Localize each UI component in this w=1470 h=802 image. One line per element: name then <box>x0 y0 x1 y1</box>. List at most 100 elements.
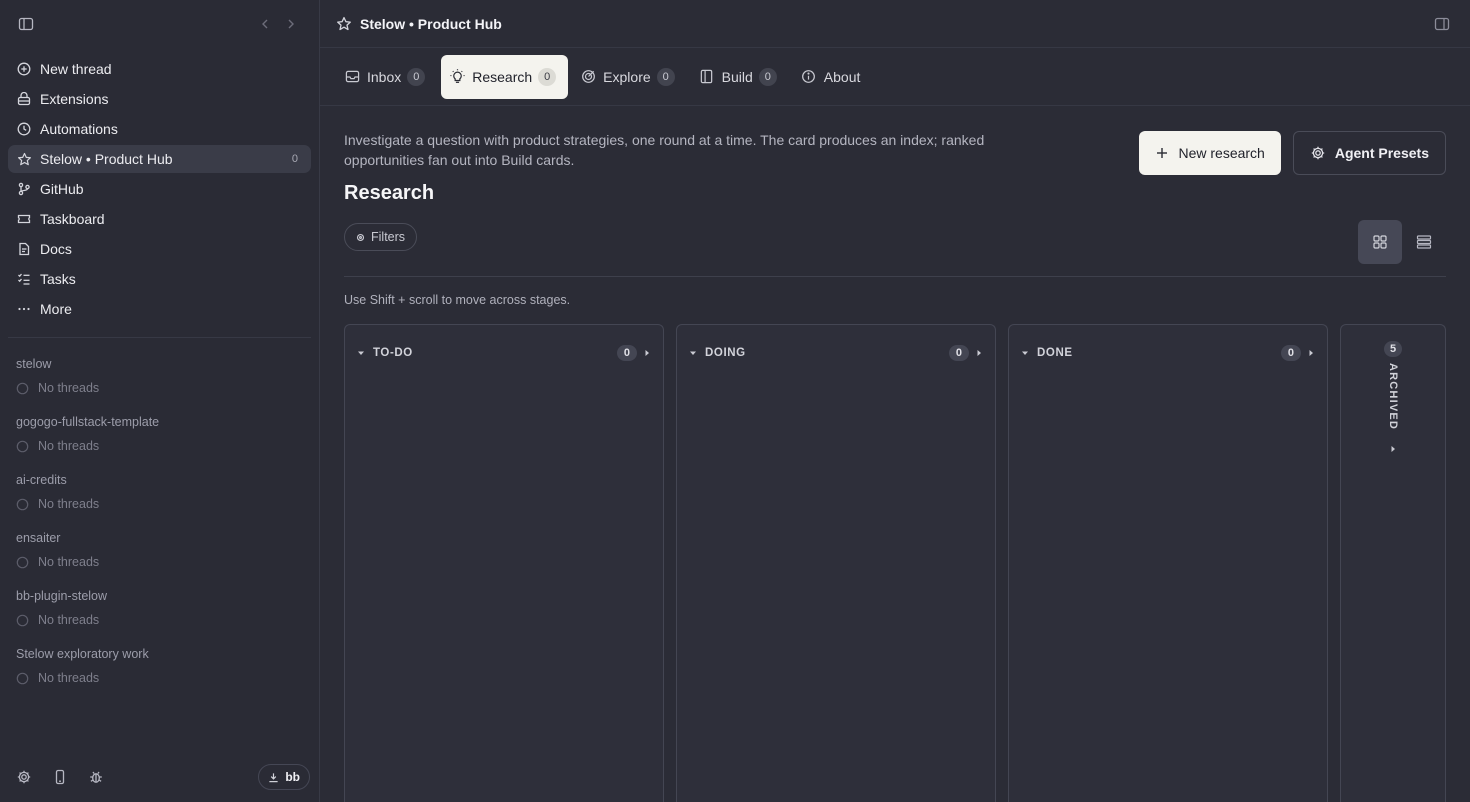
filters-button[interactable]: Filters <box>344 223 418 251</box>
tab-label: Explore <box>603 68 651 85</box>
agent-presets-button[interactable]: Agent Presets <box>1292 131 1446 175</box>
project-group: stelow No threads <box>0 354 319 400</box>
extensions-icon <box>16 91 32 107</box>
new-research-button[interactable]: New research <box>1139 131 1281 175</box>
star-icon[interactable] <box>336 16 352 32</box>
sidebar: New thread Extensions Automations Stelow… <box>0 0 320 802</box>
back-arrow-icon[interactable] <box>259 18 271 30</box>
sidebar-toggle-icon[interactable] <box>16 14 36 34</box>
column-count: 0 <box>616 345 637 361</box>
main-panel: Stelow • Product Hub Inbox 0 Research 0 … <box>320 0 1470 802</box>
column-done: DONE 0 <box>1008 324 1328 802</box>
sidebar-item-automations[interactable]: Automations <box>8 115 311 143</box>
bug-icon[interactable] <box>88 769 104 785</box>
new-research-label: New research <box>1178 145 1265 161</box>
new-thread-icon <box>16 61 32 77</box>
sidebar-item-label: Extensions <box>40 91 109 107</box>
lightbulb-icon <box>449 69 465 85</box>
no-threads-row: No threads <box>16 666 303 690</box>
page-description: Investigate a question with product stra… <box>344 132 985 168</box>
tab-research[interactable]: Research 0 <box>441 54 569 99</box>
doc-icon <box>16 241 32 257</box>
filters-row: Filters <box>344 220 1446 267</box>
sidebar-item-more[interactable]: More <box>8 295 311 323</box>
user-label: bb <box>285 770 300 784</box>
page-title: Research <box>344 182 435 204</box>
tab-count-badge: 0 <box>407 67 426 86</box>
collapse-caret-icon[interactable] <box>689 349 699 357</box>
project-title[interactable]: gogogo-fullstack-template <box>16 412 303 432</box>
project-title[interactable]: ai-credits <box>16 470 303 490</box>
collapse-caret-icon[interactable] <box>1021 349 1031 357</box>
divider <box>344 276 1446 277</box>
filters-label: Filters <box>371 230 406 244</box>
expand-arrow-icon[interactable] <box>1307 349 1315 357</box>
column-todo: TO-DO 0 <box>344 324 664 802</box>
empty-thread-icon <box>16 382 29 395</box>
mobile-icon[interactable] <box>52 769 68 785</box>
column-header[interactable]: TO-DO 0 <box>345 325 663 381</box>
project-group: Stelow exploratory work No threads <box>0 644 319 690</box>
tab-count-badge: 0 <box>538 67 557 86</box>
sidebar-item-docs[interactable]: Docs <box>8 235 311 263</box>
expand-arrow-icon[interactable] <box>643 349 651 357</box>
user-button[interactable]: bb <box>258 764 310 790</box>
more-icon <box>16 301 32 317</box>
empty-thread-icon <box>16 498 29 511</box>
column-header[interactable]: DOING 0 <box>677 325 995 381</box>
list-view-button[interactable] <box>1402 220 1446 264</box>
column-label: DONE <box>1037 347 1073 359</box>
tab-inbox[interactable]: Inbox 0 <box>336 55 437 99</box>
tab-build[interactable]: Build 0 <box>691 55 789 99</box>
grid-view-button[interactable] <box>1358 220 1402 264</box>
tab-explore[interactable]: Explore 0 <box>572 55 686 99</box>
sidebar-item-taskboard[interactable]: Taskboard <box>8 205 311 233</box>
grid-icon <box>1372 234 1388 250</box>
settings-icon[interactable] <box>16 769 32 785</box>
sidebar-item-product-hub[interactable]: Stelow • Product Hub 0 <box>8 145 311 173</box>
sidebar-item-tasks[interactable]: Tasks <box>8 265 311 293</box>
collapse-caret-icon[interactable] <box>357 349 367 357</box>
sidebar-item-label: Automations <box>40 121 118 137</box>
page-header: Stelow • Product Hub <box>320 0 1470 48</box>
no-threads-row: No threads <box>16 492 303 516</box>
info-icon <box>801 69 817 85</box>
list-icon <box>1416 234 1432 250</box>
expand-arrow-icon[interactable] <box>1389 440 1397 458</box>
sidebar-item-github[interactable]: GitHub <box>8 175 311 203</box>
no-threads-row: No threads <box>16 608 303 632</box>
header-title: Stelow • Product Hub <box>360 15 502 32</box>
tab-label: Inbox <box>367 68 402 85</box>
no-threads-label: No threads <box>38 671 100 685</box>
kanban-board: TO-DO 0 DOING 0 DONE 0 5 ARCHIVED <box>344 324 1446 802</box>
right-panel-toggle-icon[interactable] <box>1434 16 1450 32</box>
column-archived[interactable]: 5 ARCHIVED <box>1340 324 1446 802</box>
star-icon <box>16 151 32 167</box>
scroll-hint: Use Shift + scroll to move across stages… <box>344 293 571 307</box>
project-title[interactable]: bb-plugin-stelow <box>16 586 303 606</box>
archived-label: ARCHIVED <box>1387 363 1399 431</box>
sidebar-footer: bb <box>0 764 319 790</box>
sidebar-item-new-thread[interactable]: New thread <box>8 55 311 83</box>
no-threads-label: No threads <box>38 439 100 453</box>
empty-thread-icon <box>16 672 29 685</box>
sidebar-divider <box>8 337 311 338</box>
forward-arrow-icon[interactable] <box>285 18 297 30</box>
tab-about[interactable]: About <box>793 55 873 99</box>
project-title[interactable]: Stelow exploratory work <box>16 644 303 664</box>
expand-arrow-icon[interactable] <box>975 349 983 357</box>
research-content: Investigate a question with product stra… <box>320 106 1470 802</box>
project-title[interactable]: stelow <box>16 354 303 374</box>
project-groups: stelow No threads gogogo-fullstack-templ… <box>0 354 319 690</box>
project-title[interactable]: ensaiter <box>16 528 303 548</box>
project-group: gogogo-fullstack-template No threads <box>0 412 319 458</box>
sidebar-nav: New thread Extensions Automations Stelow… <box>0 48 319 323</box>
column-label: DOING <box>705 347 746 359</box>
sidebar-item-extensions[interactable]: Extensions <box>8 85 311 113</box>
column-count: 0 <box>948 345 969 361</box>
column-header[interactable]: DONE 0 <box>1009 325 1327 381</box>
inbox-icon <box>344 69 360 85</box>
archived-count: 5 <box>1383 341 1403 357</box>
tab-count-badge: 0 <box>656 67 675 86</box>
column-label: TO-DO <box>373 347 413 359</box>
